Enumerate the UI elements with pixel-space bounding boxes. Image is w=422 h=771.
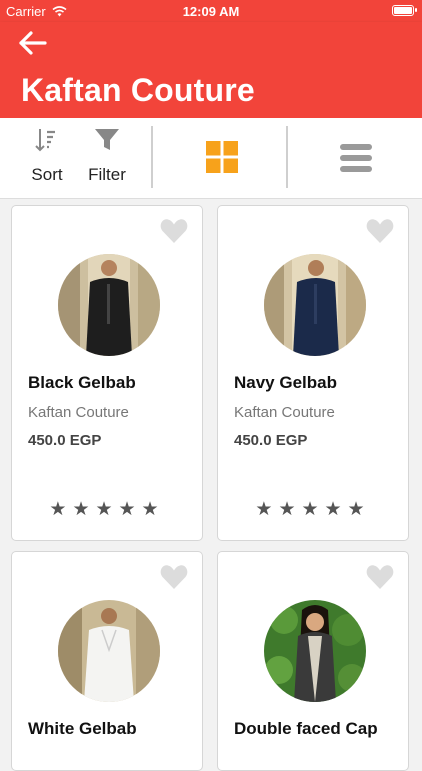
status-bar: Carrier 12:09 AM (0, 0, 422, 22)
heart-icon[interactable] (160, 218, 188, 244)
product-brand: Kaftan Couture (234, 404, 335, 421)
clock: 12:09 AM (182, 4, 240, 19)
product-name: Black Gelbab (28, 373, 136, 392)
toolbar-divider (286, 126, 288, 188)
product-photo (58, 254, 160, 356)
rating-stars: ★★★★★ (255, 499, 371, 520)
rating-stars: ★★★★★ (49, 499, 165, 520)
grid-view-icon[interactable] (206, 141, 238, 173)
product-photo (264, 254, 366, 356)
product-brand: Kaftan Couture (28, 404, 129, 421)
toolbar: Sort Filter (0, 118, 422, 199)
product-card[interactable]: White Gelbab (11, 551, 203, 771)
app-header: Kaftan Couture (0, 22, 422, 118)
filter-button[interactable]: Filter (86, 126, 128, 185)
filter-icon (95, 129, 119, 150)
product-name: Navy Gelbab (234, 373, 337, 392)
sort-button[interactable]: Sort (28, 126, 66, 185)
page-title: Kaftan Couture (21, 72, 255, 108)
filter-label: Filter (88, 165, 126, 184)
list-view-icon[interactable] (340, 143, 372, 173)
product-name: White Gelbab (28, 719, 137, 738)
product-photo (264, 600, 366, 702)
heart-icon[interactable] (366, 564, 394, 590)
sort-label: Sort (31, 165, 63, 184)
product-photo (58, 600, 160, 702)
heart-icon[interactable] (366, 218, 394, 244)
product-card[interactable]: Black Gelbab Kaftan Couture 450.0 EGP ★★… (11, 205, 203, 541)
sort-icon (35, 129, 55, 152)
product-price: 450.0 EGP (234, 432, 308, 449)
back-arrow-icon[interactable] (18, 30, 48, 56)
product-card[interactable]: Navy Gelbab Kaftan Couture 450.0 EGP ★★★… (217, 205, 409, 541)
product-price: 450.0 EGP (28, 432, 102, 449)
toolbar-divider (151, 126, 153, 188)
heart-icon[interactable] (160, 564, 188, 590)
battery-icon (392, 5, 417, 16)
product-name: Double faced Cap (234, 719, 378, 738)
product-card[interactable]: Double faced Cap (217, 551, 409, 771)
